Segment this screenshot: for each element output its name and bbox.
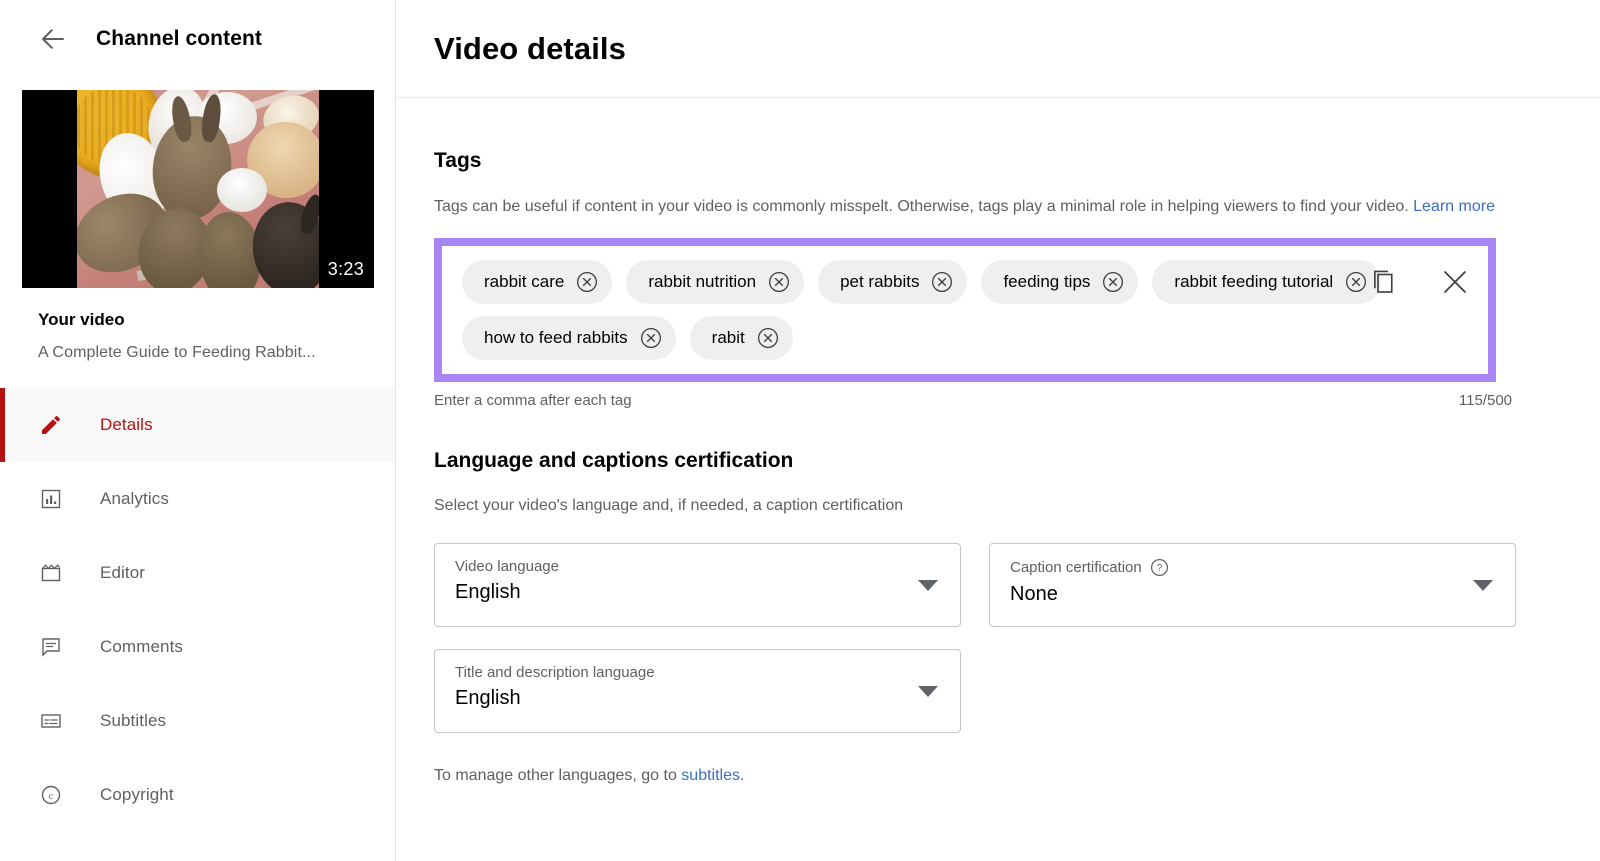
- remove-tag-icon[interactable]: [1102, 271, 1124, 293]
- caption-certification-value: None: [1010, 583, 1495, 606]
- sidebar-item-editor[interactable]: Editor: [0, 536, 395, 610]
- analytics-icon: [38, 486, 64, 512]
- select-label-text: Caption certification: [1010, 559, 1142, 576]
- video-meta: Your video A Complete Guide to Feeding R…: [0, 288, 395, 362]
- sidebar-header: Channel content: [0, 0, 395, 78]
- tag-chip-label: how to feed rabbits: [484, 328, 628, 348]
- channel-content-title: Channel content: [96, 27, 262, 51]
- remove-tag-icon[interactable]: [576, 271, 598, 293]
- select-label-text: Video language: [455, 558, 559, 575]
- caption-certification-label: Caption certification ?: [1010, 558, 1495, 577]
- youtube-studio-video-details: Channel content: [0, 0, 1600, 861]
- remove-tag-icon[interactable]: [640, 327, 662, 349]
- tag-chip[interactable]: pet rabbits: [818, 260, 967, 304]
- sidebar-nav: Details Analytics: [0, 388, 395, 832]
- learn-more-link[interactable]: Learn more: [1413, 198, 1495, 215]
- pencil-icon: [38, 412, 64, 438]
- main-header: Video details: [396, 0, 1600, 98]
- tag-chip-label: rabit: [712, 328, 745, 348]
- manage-note-prefix: To manage other languages, go to: [434, 767, 681, 784]
- video-title: A Complete Guide to Feeding Rabbit...: [38, 344, 395, 362]
- tag-chip[interactable]: rabbit care: [462, 260, 612, 304]
- chevron-down-icon[interactable]: [1473, 580, 1493, 591]
- remove-tag-icon[interactable]: [757, 327, 779, 349]
- tags-description-text: Tags can be useful if content in your vi…: [434, 198, 1409, 215]
- manage-note-suffix: .: [740, 767, 744, 784]
- back-arrow-icon[interactable]: [38, 24, 68, 54]
- page-title: Video details: [434, 31, 626, 67]
- sidebar-item-label: Editor: [100, 563, 145, 583]
- clapperboard-icon: [38, 560, 64, 586]
- svg-text:c: c: [49, 791, 54, 802]
- tag-chip[interactable]: rabbit feeding tutorial: [1152, 260, 1381, 304]
- tag-chip[interactable]: feeding tips: [981, 260, 1138, 304]
- tag-chip[interactable]: how to feed rabbits: [462, 316, 676, 360]
- remove-tag-icon[interactable]: [931, 271, 953, 293]
- language-select-row-2: Title and description language English: [434, 649, 1600, 733]
- main-content: Tags Tags can be useful if content in yo…: [396, 98, 1600, 785]
- close-icon[interactable]: [1440, 267, 1470, 297]
- video-language-value: English: [455, 581, 940, 604]
- svg-text:?: ?: [1156, 563, 1162, 574]
- sidebar-item-label: Copyright: [100, 785, 174, 805]
- tags-footer: Enter a comma after each tag 115/500: [434, 392, 1512, 409]
- sidebar-item-label: Details: [100, 415, 153, 435]
- tags-description: Tags can be useful if content in your vi…: [434, 191, 1509, 222]
- comment-icon: [38, 634, 64, 660]
- help-icon[interactable]: ?: [1150, 558, 1169, 577]
- language-section-title: Language and captions certification: [434, 449, 1600, 473]
- tags-field-highlight: rabbit care rabbit nutrition pet rabbits fe…: [434, 238, 1496, 382]
- select-label-text: Title and description language: [455, 664, 655, 681]
- sidebar-item-details[interactable]: Details: [0, 388, 395, 462]
- tags-section-title: Tags: [434, 149, 1600, 173]
- sidebar-item-comments[interactable]: Comments: [0, 610, 395, 684]
- sidebar-item-copyright[interactable]: c Copyright: [0, 758, 395, 832]
- title-description-language-label: Title and description language: [455, 664, 940, 681]
- sidebar-item-label: Subtitles: [100, 711, 166, 731]
- tag-chip-label: rabbit feeding tutorial: [1174, 272, 1333, 292]
- tags-actions: [1368, 266, 1470, 298]
- video-thumbnail[interactable]: 3:23: [22, 90, 374, 288]
- tag-chip-label: pet rabbits: [840, 272, 919, 292]
- sidebar-item-label: Comments: [100, 637, 183, 657]
- copyright-icon: c: [38, 782, 64, 808]
- sidebar-item-subtitles[interactable]: Subtitles: [0, 684, 395, 758]
- video-language-label: Video language: [455, 558, 940, 575]
- language-description: Select your video's language and, if nee…: [434, 490, 1509, 521]
- thumbnail-image: [77, 90, 319, 288]
- tags-input-box[interactable]: rabbit care rabbit nutrition pet rabbits fe…: [442, 246, 1488, 374]
- sidebar: Channel content: [0, 0, 396, 861]
- subtitles-icon: [38, 708, 64, 734]
- sidebar-item-label: Analytics: [100, 489, 169, 509]
- title-description-language-select[interactable]: Title and description language English: [434, 649, 961, 733]
- remove-tag-icon[interactable]: [1345, 271, 1367, 293]
- language-section: Language and captions certification Sele…: [434, 449, 1600, 785]
- tag-chip-label: feeding tips: [1003, 272, 1090, 292]
- main-panel: Video details Tags Tags can be useful if…: [396, 0, 1600, 861]
- manage-languages-note: To manage other languages, go to subtitl…: [434, 767, 1600, 785]
- caption-certification-select[interactable]: Caption certification ? None: [989, 543, 1516, 627]
- tag-chip[interactable]: rabit: [690, 316, 793, 360]
- tag-chip-label: rabbit care: [484, 272, 564, 292]
- sidebar-item-analytics[interactable]: Analytics: [0, 462, 395, 536]
- chevron-down-icon[interactable]: [918, 686, 938, 697]
- tag-chip[interactable]: rabbit nutrition: [626, 260, 804, 304]
- tags-helper-text: Enter a comma after each tag: [434, 392, 632, 409]
- subtitles-link[interactable]: subtitles: [681, 767, 740, 784]
- thumbnail-duration: 3:23: [328, 259, 364, 280]
- copy-icon[interactable]: [1368, 266, 1398, 298]
- your-video-label: Your video: [38, 310, 395, 330]
- remove-tag-icon[interactable]: [768, 271, 790, 293]
- chevron-down-icon[interactable]: [918, 580, 938, 591]
- language-select-row-1: Video language English Caption certifica…: [434, 543, 1600, 627]
- video-language-select[interactable]: Video language English: [434, 543, 961, 627]
- tag-chip-label: rabbit nutrition: [648, 272, 756, 292]
- tags-character-counter: 115/500: [1459, 392, 1512, 409]
- title-description-language-value: English: [455, 687, 940, 710]
